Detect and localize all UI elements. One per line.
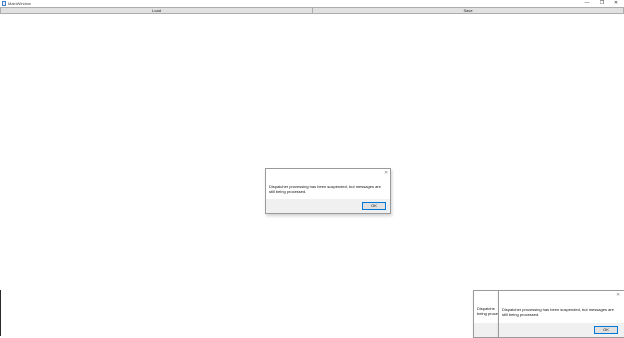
front-dialog-close-icon[interactable]: ✕ (616, 293, 620, 298)
toolbar: Load Save (0, 7, 624, 14)
front-dialog-message: Dispatcher processing has been suspended… (502, 307, 614, 317)
dialog-message: Dispatcher processing has been suspended… (269, 184, 381, 194)
minimize-icon[interactable]: — (581, 0, 593, 7)
dialog-close-icon[interactable]: ✕ (384, 171, 388, 176)
close-icon[interactable]: ✕ (610, 0, 622, 7)
stacked-dialog-front: ✕ Dispatcher processing has been suspend… (498, 290, 624, 338)
ok-button[interactable]: OK (362, 202, 386, 210)
app-window-icon (2, 1, 6, 6)
maximize-icon[interactable]: ❐ (596, 0, 608, 7)
load-button[interactable]: Load (0, 7, 313, 14)
window-title: MainWindow (8, 1, 31, 6)
back-dialog-message: Dispatche being proce (477, 306, 498, 316)
left-edge-line (0, 290, 1, 336)
message-dialog: ✕ Dispatcher processing has been suspend… (265, 168, 391, 214)
front-ok-button[interactable]: OK (594, 326, 618, 334)
save-button[interactable]: Save (312, 7, 624, 14)
dialog-footer: OK (266, 199, 390, 213)
title-bar: MainWindow — ❐ ✕ (0, 0, 624, 7)
front-dialog-footer: OK (499, 323, 624, 337)
